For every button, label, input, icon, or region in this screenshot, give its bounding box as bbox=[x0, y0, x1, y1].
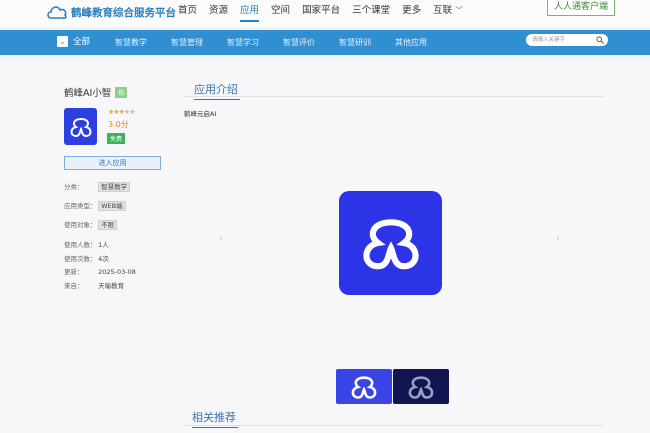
top-header: 鹤峰教育综合服务平台 首页 资源 应用 空间 国家平台 三个课堂 更多 互联 ﹀ … bbox=[0, 0, 650, 27]
category-other-apps[interactable]: 其他应用 bbox=[395, 37, 427, 48]
meta-label: 使用人数： bbox=[64, 241, 97, 249]
chevron-down-icon: ﹀ bbox=[455, 6, 464, 15]
app-icon bbox=[64, 108, 97, 145]
nav-resources[interactable]: 资源 bbox=[209, 0, 228, 27]
category-smart-evaluation[interactable]: 智慧评价 bbox=[283, 37, 315, 48]
meta-value: WEB端 bbox=[98, 201, 126, 211]
app-logo-icon bbox=[70, 117, 91, 137]
search-icon[interactable] bbox=[596, 36, 604, 44]
rating-score: 3.0分 bbox=[108, 120, 129, 129]
site-title: 鹤峰教育综合服务平台 bbox=[71, 6, 176, 19]
app-name: 鹤峰AI小智 热 bbox=[64, 85, 128, 99]
category-smart-learning[interactable]: 智慧学习 bbox=[227, 37, 259, 48]
app-logo-large-icon bbox=[362, 219, 419, 270]
meta-value: 天喻教育 bbox=[98, 282, 125, 290]
screenshot-thumbnail[interactable] bbox=[393, 369, 449, 404]
nav-national-platform[interactable]: 国家平台 bbox=[302, 0, 340, 27]
chevron-left-icon[interactable]: ‹ bbox=[219, 233, 223, 244]
category-smart-training[interactable]: 智慧研训 bbox=[339, 37, 371, 48]
meta-category: 分类： 智慧教学 bbox=[64, 181, 131, 192]
star-empty-icon: ★ bbox=[129, 108, 135, 116]
meta-app-type: 应用类型： WEB端 bbox=[64, 200, 126, 211]
nav-more[interactable]: 更多 bbox=[402, 0, 421, 27]
nav-interconnect[interactable]: 互联 ﹀ bbox=[433, 0, 463, 27]
category-smart-teaching[interactable]: 智慧教学 bbox=[115, 37, 147, 48]
section-divider bbox=[184, 425, 604, 426]
meta-value: 2025-03-08 bbox=[98, 268, 136, 276]
search-placeholder: 请输入关键字 bbox=[532, 37, 566, 43]
enter-app-button[interactable]: 进入应用 bbox=[64, 156, 161, 170]
category-all[interactable]: ⌄ 全部 bbox=[57, 35, 90, 47]
section-divider bbox=[184, 96, 604, 97]
nav-space[interactable]: 空间 bbox=[271, 0, 290, 27]
meta-label: 更新： bbox=[64, 268, 84, 276]
nav-interconnect-label: 互联 bbox=[433, 5, 453, 16]
meta-label: 使用次数： bbox=[64, 255, 97, 263]
app-logo-thumb-icon bbox=[408, 375, 434, 399]
nav-apps[interactable]: 应用 bbox=[240, 0, 260, 27]
meta-value: 不限 bbox=[98, 220, 118, 230]
meta-label: 使用对象： bbox=[64, 221, 97, 229]
app-description: 鹤峰元启AI bbox=[184, 110, 217, 118]
client-download-button[interactable]: 人人通客户端 bbox=[547, 0, 615, 16]
screenshot-thumbnail[interactable] bbox=[336, 369, 392, 404]
category-all-label: 全部 bbox=[73, 37, 91, 47]
meta-value: 1人 bbox=[98, 241, 109, 249]
meta-label: 分类： bbox=[64, 183, 84, 191]
meta-source: 来自： 天喻教育 bbox=[64, 280, 124, 290]
search-input[interactable]: 请输入关键字 bbox=[526, 34, 608, 46]
meta-audience: 使用对象： 不限 bbox=[64, 219, 118, 230]
site-logo[interactable]: 鹤峰教育综合服务平台 bbox=[46, 3, 176, 21]
category-smart-management[interactable]: 智慧管理 bbox=[171, 37, 203, 48]
category-items: 智慧教学 智慧管理 智慧学习 智慧评价 智慧研训 其他应用 bbox=[115, 30, 451, 55]
nav-home[interactable]: 首页 bbox=[178, 0, 197, 27]
meta-updated: 更新： 2025-03-08 bbox=[64, 266, 136, 276]
menu-toggle-icon: ⌄ bbox=[57, 35, 68, 47]
meta-value: 4次 bbox=[98, 255, 109, 263]
hot-badge: 热 bbox=[115, 86, 128, 98]
related-section-title: 相关推荐 bbox=[192, 411, 238, 428]
app-name-text: 鹤峰AI小智 bbox=[64, 88, 112, 99]
top-nav: 首页 资源 应用 空间 国家平台 三个课堂 更多 互联 ﹀ bbox=[178, 0, 475, 27]
meta-label: 应用类型： bbox=[64, 202, 97, 210]
app-logo-thumb-icon bbox=[351, 375, 377, 399]
meta-value[interactable]: 智慧教学 bbox=[98, 182, 131, 192]
meta-use-count: 使用次数： 4次 bbox=[64, 253, 109, 263]
meta-user-count: 使用人数： 1人 bbox=[64, 239, 109, 249]
nav-three-classrooms[interactable]: 三个课堂 bbox=[352, 0, 390, 27]
cloud-logo-icon bbox=[47, 6, 67, 20]
app-screenshot-main bbox=[339, 191, 442, 295]
rating-stars: ★★★★★ bbox=[108, 108, 135, 116]
intro-section-title: 应用介绍 bbox=[194, 83, 240, 100]
meta-label: 来自： bbox=[64, 282, 84, 290]
free-badge: 免费 bbox=[107, 133, 126, 144]
chevron-right-icon[interactable]: › bbox=[556, 233, 560, 244]
